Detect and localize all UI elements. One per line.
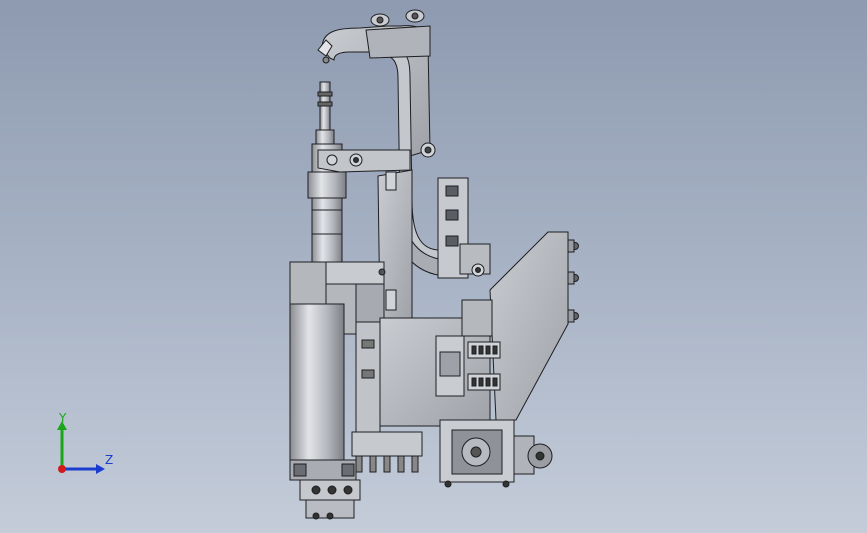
z-axis-arrow [62,464,105,474]
y-axis-arrow [57,421,67,469]
piston-rod [315,81,335,145]
z-axis-label: Z [105,453,113,467]
mechanical-assembly[interactable] [0,0,867,533]
vertical-rail [355,321,381,433]
motor-gearbox [439,419,553,488]
coordinate-triad: Y Z [57,412,113,474]
x-axis-arrow [58,465,66,473]
main-plate [379,299,493,427]
diagonal-bracket [489,231,579,421]
bottom-clamp-stack [351,431,423,473]
connector-block-upper [467,341,501,359]
y-axis-label: Y [58,412,67,425]
cad-viewport[interactable]: Y Z [0,0,867,533]
clamp-bar [317,149,411,173]
slide-guide [437,177,491,279]
connector-block-lower [467,373,501,391]
